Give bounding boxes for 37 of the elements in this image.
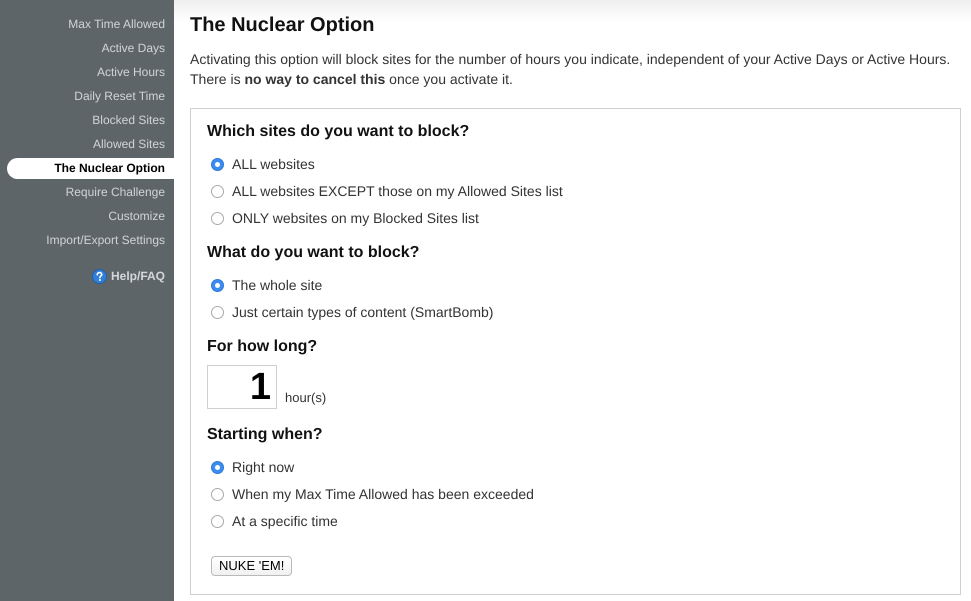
sidebar-link[interactable]: Active Hours bbox=[96, 63, 174, 81]
description-text: Activating this option will block sites for the number of hours you indicate, independent of your Active Days or Active Hours. There is no way to cancel this once you activate it. bbox=[190, 50, 952, 89]
radio-button[interactable] bbox=[211, 461, 224, 474]
sidebar-link[interactable]: Import/Export Settings bbox=[46, 231, 174, 249]
radio-label[interactable]: ONLY websites on my Blocked Sites list bbox=[232, 208, 479, 229]
sidebar-link[interactable]: Active Days bbox=[102, 39, 174, 57]
radio-label[interactable]: When my Max Time Allowed has been exceeded bbox=[232, 484, 534, 505]
sidebar-link[interactable]: The Nuclear Option bbox=[7, 158, 174, 178]
radio-button[interactable] bbox=[211, 158, 224, 171]
radio-button[interactable] bbox=[211, 212, 224, 225]
radio-button[interactable] bbox=[211, 488, 224, 501]
help-link[interactable]: Help/FAQ bbox=[92, 267, 165, 285]
radio-label[interactable]: At a specific time bbox=[232, 511, 338, 532]
sidebar-link[interactable]: Allowed Sites bbox=[92, 135, 174, 153]
sidebar-link[interactable]: Customize bbox=[108, 207, 174, 225]
help-icon bbox=[92, 268, 107, 284]
radio-label[interactable]: Just certain types of content (SmartBomb) bbox=[232, 302, 494, 323]
hours-input[interactable]: 1 bbox=[207, 365, 277, 409]
section-heading: Which sites do you want to block? bbox=[207, 122, 470, 142]
radio-button[interactable] bbox=[211, 185, 224, 198]
radio-button[interactable] bbox=[211, 306, 224, 319]
sidebar-link[interactable]: Daily Reset Time bbox=[74, 87, 174, 105]
section-heading: For how long? bbox=[207, 337, 318, 357]
nuke-button[interactable]: NUKE 'EM! bbox=[211, 556, 292, 576]
page-title: The Nuclear Option bbox=[190, 13, 376, 37]
radio-label[interactable]: ALL websites EXCEPT those on my Allowed Sites list bbox=[232, 181, 563, 202]
section-heading: What do you want to block? bbox=[207, 243, 420, 263]
sidebar-link[interactable]: Blocked Sites bbox=[92, 111, 174, 129]
radio-label[interactable]: The whole site bbox=[232, 275, 322, 296]
section-heading: Starting when? bbox=[207, 425, 324, 445]
sidebar-link[interactable]: Max Time Allowed bbox=[68, 15, 174, 33]
sidebar-link[interactable]: Require Challenge bbox=[66, 183, 174, 201]
radio-label[interactable]: ALL websites bbox=[232, 154, 315, 175]
radio-button[interactable] bbox=[211, 515, 224, 528]
radio-button[interactable] bbox=[211, 279, 224, 292]
unit-label: hour(s) bbox=[285, 388, 326, 407]
radio-label[interactable]: Right now bbox=[232, 457, 294, 478]
